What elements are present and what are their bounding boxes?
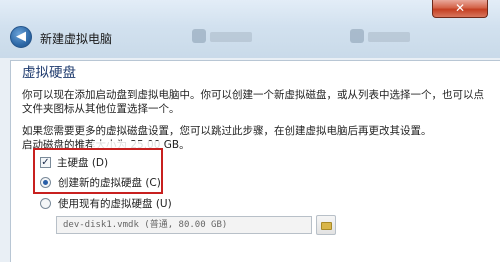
back-button[interactable]: ◀ [10, 26, 32, 48]
background-window-icon [350, 29, 364, 43]
close-icon: ✕ [454, 1, 466, 15]
page-title: 虚拟硬盘 [22, 65, 76, 81]
window-title: 新建虚拟电脑 [40, 32, 113, 46]
background-window-icon [192, 29, 206, 43]
use-existing-disk-radio[interactable] [40, 198, 51, 209]
folder-icon [321, 222, 332, 230]
intro-text-line-1: 你可以现在添加启动盘到虚拟电脑中。你可以创建一个新虚拟磁盘，或从列表中选择一个，… [22, 89, 484, 101]
annotation-highlight-box [33, 148, 163, 194]
use-existing-disk-radio-row[interactable]: 使用现有的虚拟硬盘 (U) [40, 196, 172, 211]
background-window-fragment [210, 32, 252, 42]
back-arrow-icon: ◀ [16, 29, 26, 44]
background-window-fragment [368, 32, 410, 42]
use-existing-disk-label: 使用现有的虚拟硬盘 (U) [58, 198, 172, 210]
window-titlebar: ✕ ◀ 新建虚拟电脑 [0, 0, 500, 58]
advice-text: 如果您需要更多的虚拟磁盘设置，您可以跳过此步骤，在创建虚拟电脑后再更改其设置。 [22, 125, 432, 137]
existing-disk-select[interactable]: dev-disk1.vmdk (普通, 80.00 GB) [56, 216, 312, 234]
browse-disk-button[interactable] [316, 215, 336, 235]
intro-text-line-2: 文件夹图标从其他位置选择一个。 [22, 103, 180, 115]
close-button[interactable]: ✕ [432, 0, 488, 18]
